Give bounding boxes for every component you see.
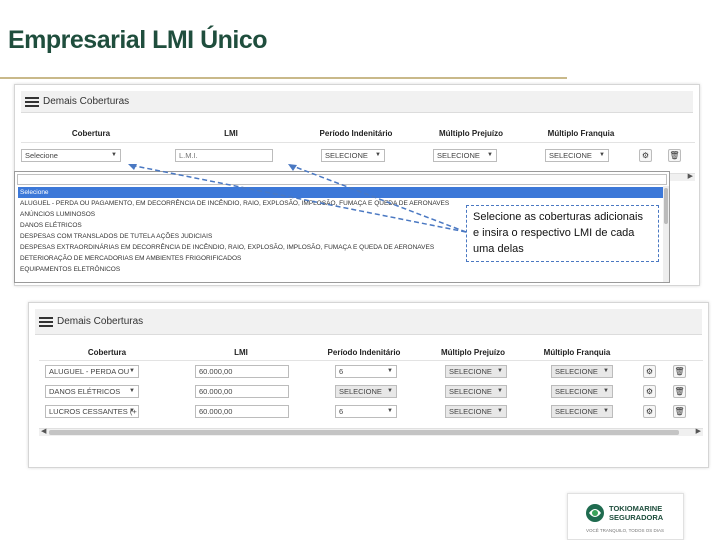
prejuizo-select-value: SELECIONE [449, 387, 492, 396]
instruction-callout: Selecione as coberturas adicionais e ins… [466, 205, 659, 262]
chevron-down-icon: ▼ [599, 152, 605, 158]
periodo-select[interactable]: SELECIONE ▼ [321, 149, 385, 162]
column-periodo: Período Indenitário [327, 348, 401, 357]
panel-header: Demais Coberturas [35, 309, 702, 335]
periodo-select-value: 6 [339, 367, 344, 376]
periodo-select-value: 6 [339, 407, 344, 416]
table-header: Cobertura LMI Período Indenitário Múltip… [39, 345, 703, 361]
column-cobertura: Cobertura [87, 348, 127, 357]
prejuizo-select-value: SELECIONE [449, 407, 492, 416]
chevron-down-icon: ▼ [387, 388, 393, 394]
cobertura-select[interactable]: DANOS ELÉTRICOS ▼ [45, 385, 139, 398]
cobertura-select[interactable]: ALUGUEL - PERDA OU ▼ [45, 365, 139, 378]
franquia-select-value: SELECIONE [555, 387, 598, 396]
horizontal-scrollbar[interactable]: ◀ ▶ [39, 428, 703, 436]
logo-text: TOKIOMARINE SEGURADORA [609, 504, 663, 522]
trash-icon[interactable]: 🗑 [673, 405, 686, 418]
prejuizo-select-value: SELECIONE [437, 151, 480, 160]
prejuizo-select[interactable]: SELECIONE ▼ [433, 149, 497, 162]
chevron-down-icon: ▼ [129, 408, 135, 414]
scrollbar-thumb[interactable] [49, 430, 679, 435]
column-prejuizo: Múltiplo Prejuízo [439, 129, 503, 138]
franquia-select-value: SELECIONE [555, 367, 598, 376]
chevron-down-icon: ▼ [387, 368, 393, 374]
gear-icon[interactable]: ⚙ [643, 385, 656, 398]
scroll-right-icon[interactable]: ▶ [696, 427, 701, 435]
chevron-down-icon: ▼ [129, 368, 135, 374]
tokiomarine-logo: TOKIOMARINE SEGURADORA VOCÊ TRANQUILO, T… [567, 493, 684, 540]
chevron-down-icon: ▼ [129, 388, 135, 394]
chevron-down-icon: ▼ [487, 152, 493, 158]
prejuizo-select-value: SELECIONE [449, 367, 492, 376]
chevron-down-icon: ▼ [375, 152, 381, 158]
trash-icon[interactable]: 🗑 [673, 365, 686, 378]
cobertura-select[interactable]: Selecione ▼ [21, 149, 121, 162]
logo-line-1: TOKIOMARINE [609, 504, 663, 513]
cobertura-select[interactable]: LUCROS CESSANTES (+ ▼ [45, 405, 139, 418]
logo-tagline: VOCÊ TRANQUILO, TODOS OS DIAS [586, 528, 665, 533]
cobertura-select-value: ALUGUEL - PERDA OU [49, 367, 130, 376]
periodo-select-value: SELECIONE [339, 387, 382, 396]
lmi-input[interactable]: 60.000,00 [195, 385, 289, 398]
chevron-down-icon: ▼ [603, 408, 609, 414]
chevron-down-icon: ▼ [497, 408, 503, 414]
franquia-select-value: SELECIONE [549, 151, 592, 160]
periodo-select[interactable]: 6 ▼ [335, 365, 397, 378]
scroll-right-icon[interactable]: ▶ [688, 172, 693, 180]
cobertura-select-value: Selecione [25, 151, 58, 160]
chevron-down-icon: ▼ [111, 152, 117, 158]
periodo-select[interactable]: 6 ▼ [335, 405, 397, 418]
column-cobertura: Cobertura [71, 129, 111, 138]
periodo-select[interactable]: SELECIONE ▼ [335, 385, 397, 398]
panel-title: Demais Coberturas [43, 96, 130, 107]
trash-icon[interactable]: 🗑 [668, 149, 681, 162]
table-header: Cobertura LMI Período Indenitário Múltip… [21, 125, 695, 143]
menu-icon[interactable] [39, 316, 53, 327]
dropdown-option[interactable]: EQUIPAMENTOS ELETRÔNICOS [18, 264, 668, 275]
column-lmi: LMI [224, 129, 238, 138]
menu-icon[interactable] [25, 96, 39, 107]
dropdown-scrollbar[interactable] [663, 186, 669, 282]
logo-line-2: SEGURADORA [609, 513, 664, 522]
lmi-input[interactable]: 60.000,00 [195, 405, 289, 418]
lmi-input[interactable]: 60.000,00 [195, 365, 289, 378]
periodo-select-value: SELECIONE [325, 151, 368, 160]
chevron-down-icon: ▼ [603, 368, 609, 374]
gear-icon[interactable]: ⚙ [639, 149, 652, 162]
gear-icon[interactable]: ⚙ [643, 365, 656, 378]
panel-title: Demais Coberturas [57, 316, 144, 327]
title-divider [0, 77, 567, 79]
page-title: Empresarial LMI Único [8, 26, 268, 54]
column-prejuizo: Múltiplo Prejuízo [441, 348, 505, 357]
scroll-left-icon[interactable]: ◀ [41, 427, 46, 435]
chevron-down-icon: ▼ [603, 388, 609, 394]
column-lmi: LMI [234, 348, 248, 357]
franquia-select[interactable]: SELECIONE ▼ [551, 385, 613, 398]
panel-demais-coberturas-bottom: Demais Coberturas Cobertura LMI Período … [28, 302, 709, 468]
lmi-input[interactable] [175, 149, 273, 162]
trash-icon[interactable]: 🗑 [673, 385, 686, 398]
dropdown-option[interactable]: Selecione [18, 187, 668, 198]
prejuizo-select[interactable]: SELECIONE ▼ [445, 405, 507, 418]
prejuizo-select[interactable]: SELECIONE ▼ [445, 365, 507, 378]
chevron-down-icon: ▼ [387, 408, 393, 414]
panel-header: Demais Coberturas [21, 91, 693, 113]
cobertura-select-value: DANOS ELÉTRICOS [49, 387, 121, 396]
franquia-select[interactable]: SELECIONE ▼ [545, 149, 609, 162]
prejuizo-select[interactable]: SELECIONE ▼ [445, 385, 507, 398]
gear-icon[interactable]: ⚙ [643, 405, 656, 418]
dropdown-search-input[interactable] [17, 174, 667, 185]
franquia-select-value: SELECIONE [555, 407, 598, 416]
franquia-select[interactable]: SELECIONE ▼ [551, 365, 613, 378]
cobertura-select-value: LUCROS CESSANTES (+ [49, 407, 137, 416]
column-franquia: Múltiplo Franquia [543, 348, 611, 357]
chevron-down-icon: ▼ [497, 388, 503, 394]
column-periodo: Período Indenitário [319, 129, 393, 138]
chevron-down-icon: ▼ [497, 368, 503, 374]
column-franquia: Múltiplo Franquia [547, 129, 615, 138]
franquia-select[interactable]: SELECIONE ▼ [551, 405, 613, 418]
tokiomarine-logo-icon [586, 504, 604, 522]
